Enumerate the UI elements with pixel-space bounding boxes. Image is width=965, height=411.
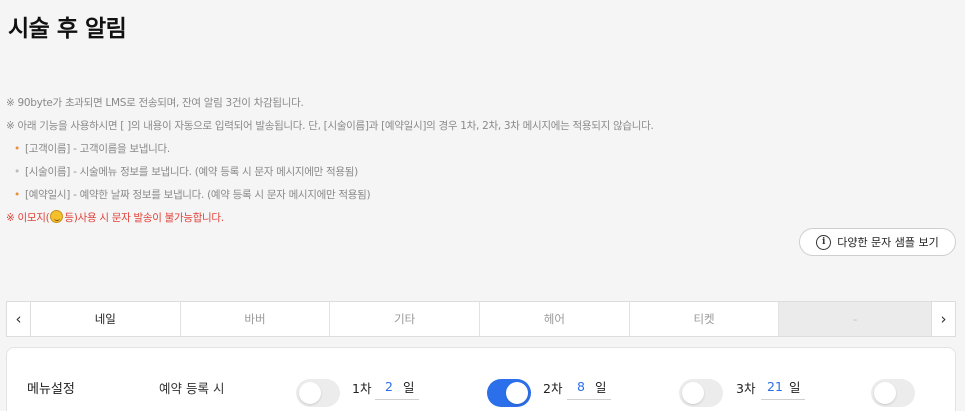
emoji-icon — [50, 210, 64, 223]
tab-prev-button[interactable]: ‹ — [7, 302, 31, 336]
page-title: 시술 후 알림 — [8, 16, 127, 42]
note-lms: ※ 90byte가 초과되면 LMS로 전송되며, 잔여 알림 3건이 차감됩니… — [6, 97, 304, 109]
bullet-icon: • — [14, 143, 20, 155]
step-1-days-input[interactable]: 2일 — [375, 374, 419, 400]
menu-settings-label: 메뉴설정 — [27, 382, 75, 397]
note-emoji-warning: ※ 이모지(등)사용 시 문자 발송이 불가능합니다. — [6, 210, 224, 224]
step-1-label: 1차 — [352, 381, 372, 396]
step-2-days-input[interactable]: 8일 — [567, 374, 611, 400]
toggle-knob — [682, 382, 704, 404]
step-1-toggle[interactable] — [487, 379, 531, 407]
reservation-toggle[interactable] — [296, 379, 340, 407]
tab-barber[interactable]: 바버 — [181, 302, 331, 336]
step-3-toggle[interactable] — [871, 379, 915, 407]
note-item-customer-name: • [고객이름] - 고객이름을 보냅니다. — [6, 138, 653, 161]
bullet-icon: • — [14, 189, 20, 201]
chevron-left-icon: ‹ — [15, 310, 22, 328]
info-icon: i — [816, 234, 832, 250]
bullet-icon: • — [14, 166, 20, 178]
category-tabs: ‹ 네일 바버 기타 헤어 티켓 - › — [6, 301, 956, 337]
notes-section: ※ 90byte가 초과되면 LMS로 전송되며, 잔여 알림 3건이 차감됩니… — [6, 92, 654, 230]
sample-messages-button[interactable]: i 다양한 문자 샘플 보기 — [799, 228, 956, 256]
settings-panel: 메뉴설정 예약 등록 시 1차 2일 2차 8일 3차 21 일 — [6, 347, 956, 411]
toggle-knob — [299, 382, 321, 404]
tab-ticket[interactable]: 티켓 — [630, 302, 780, 336]
note-item-reservation-date: • [예약일시] - 예약한 날짜 정보를 보냅니다. (예약 등록 시 문자 메… — [6, 184, 653, 207]
step-2-toggle[interactable] — [679, 379, 723, 407]
sample-messages-label: 다양한 문자 샘플 보기 — [837, 236, 939, 249]
step-3-days-input[interactable]: 21 일 — [761, 374, 805, 400]
tab-hair[interactable]: 헤어 — [480, 302, 630, 336]
chevron-right-icon: › — [940, 310, 947, 328]
tab-next-button[interactable]: › — [931, 302, 956, 336]
note-item-service-name: • [시술이름] - 시술메뉴 정보를 보냅니다. (예약 등록 시 문자 메시지… — [6, 161, 653, 184]
note-auto-fill: ※ 아래 기능을 사용하시면 [ ]의 내용이 자동으로 입력되어 발송됩니다.… — [6, 120, 654, 132]
tab-etc[interactable]: 기타 — [330, 302, 481, 336]
toggle-knob — [874, 382, 896, 404]
tab-empty: - — [779, 302, 932, 336]
toggle-knob — [506, 382, 528, 404]
step-3-label: 3차 — [736, 381, 756, 396]
tab-nail[interactable]: 네일 — [31, 302, 181, 336]
reservation-label: 예약 등록 시 — [159, 381, 225, 396]
step-2-label: 2차 — [543, 381, 563, 396]
